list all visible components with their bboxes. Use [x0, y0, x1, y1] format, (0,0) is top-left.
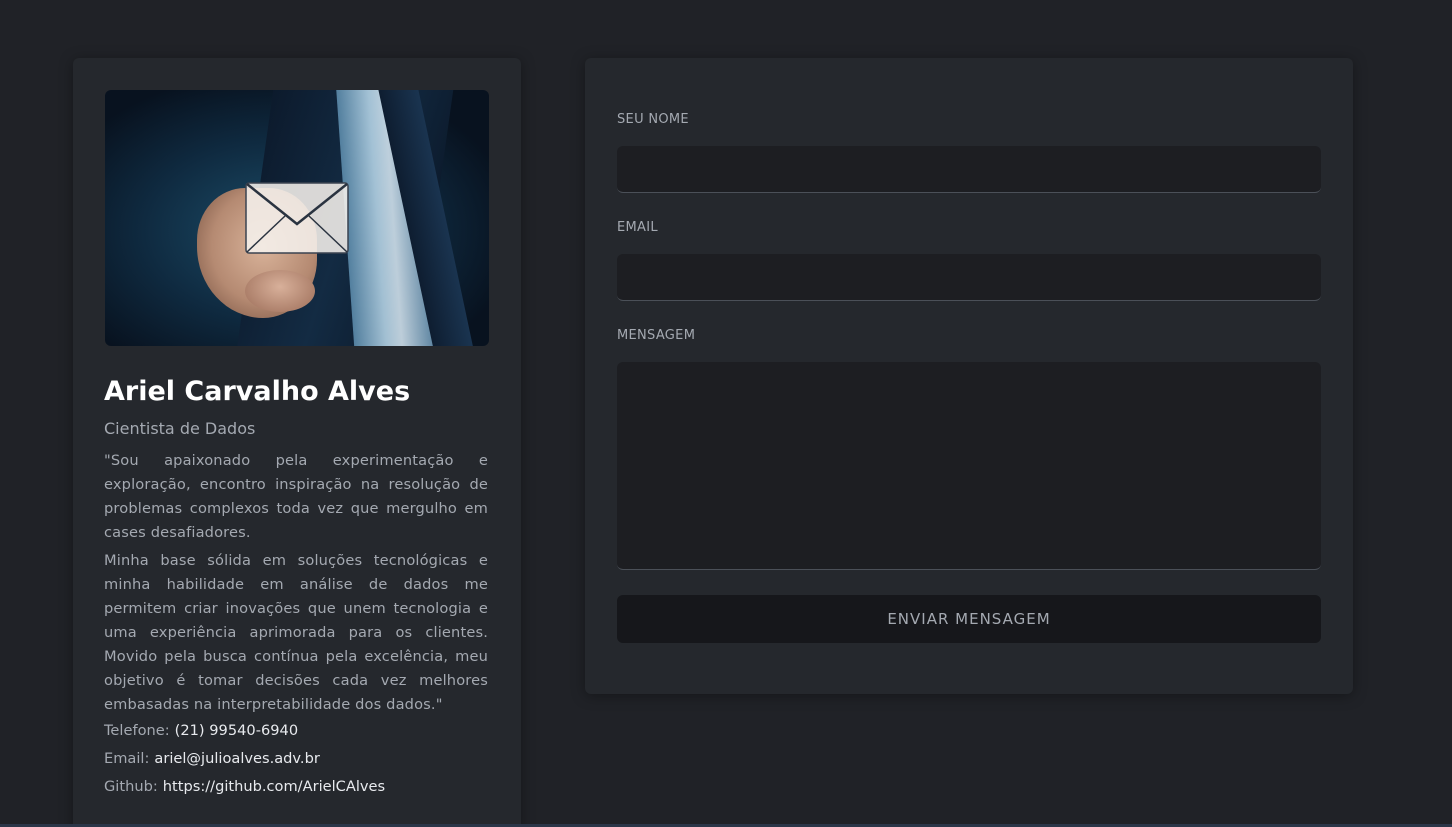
message-textarea[interactable]	[617, 362, 1321, 570]
contact-email: Email: ariel@julioalves.adv.br	[104, 749, 488, 769]
contact-page: Ariel Carvalho Alves Cientista de Dados …	[0, 0, 1452, 827]
send-message-button[interactable]: ENVIAR MENSAGEM	[617, 595, 1321, 643]
email-input[interactable]	[617, 254, 1321, 301]
github-link[interactable]: https://github.com/ArielCAlves	[163, 778, 385, 795]
envelope-icon	[245, 182, 349, 254]
profile-title: Cientista de Dados	[104, 419, 256, 438]
profile-bio: "Sou apaixonado pela experimentação e ex…	[104, 449, 488, 721]
phone-value[interactable]: (21) 99540-6940	[175, 722, 298, 739]
github-label: Github:	[104, 778, 158, 795]
contact-phone: Telefone: (21) 99540-6940	[104, 721, 488, 741]
email-link[interactable]: ariel@julioalves.adv.br	[154, 750, 319, 767]
name-field-label: SEU NOME	[617, 112, 689, 127]
profile-image	[105, 90, 489, 346]
contact-github: Github: https://github.com/ArielCAlves	[104, 777, 488, 797]
name-input[interactable]	[617, 146, 1321, 193]
contact-form: SEU NOME EMAIL MENSAGEM ENVIAR MENSAGEM	[585, 58, 1353, 694]
email-field-label: EMAIL	[617, 220, 658, 235]
message-field-label: MENSAGEM	[617, 328, 696, 343]
bio-paragraph: Minha base sólida em soluções tecnológic…	[104, 552, 488, 713]
email-label: Email:	[104, 750, 150, 767]
profile-name: Ariel Carvalho Alves	[104, 376, 411, 407]
phone-label: Telefone:	[104, 722, 170, 739]
bio-paragraph: "Sou apaixonado pela experimentação e ex…	[104, 452, 488, 541]
